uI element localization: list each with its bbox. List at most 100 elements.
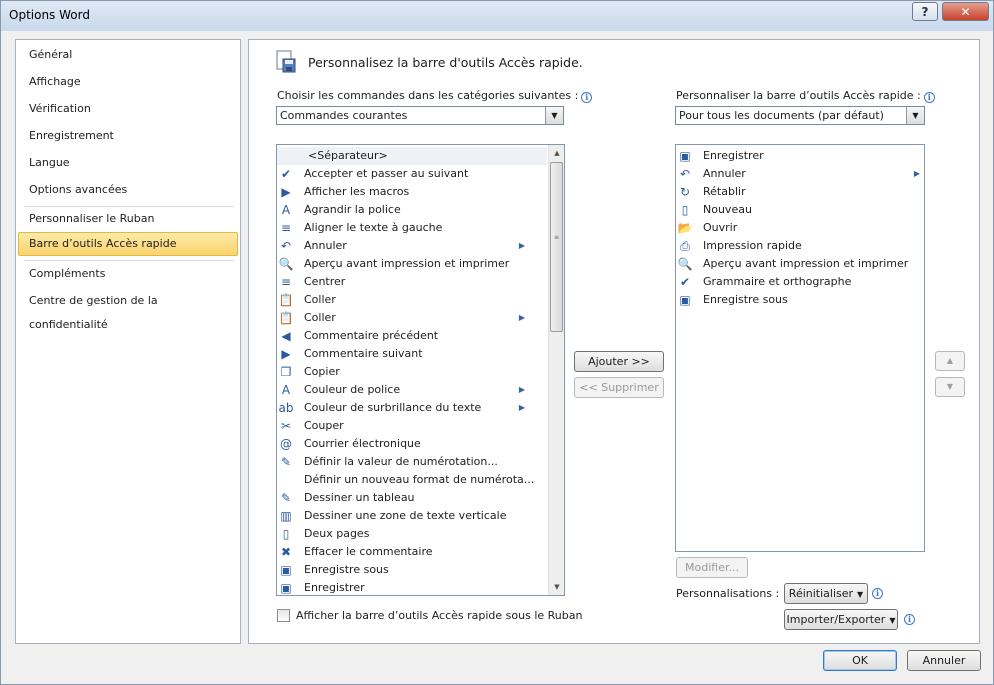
command-icon: ↶ (280, 239, 292, 253)
list-item[interactable]: A Agrandir la police (277, 201, 547, 219)
list-item[interactable]: ▣ Enregistrer (277, 579, 547, 595)
nav-langue[interactable]: Langue (18, 151, 238, 175)
main-panel: Personnalisez la barre d'outils Accès ra… (248, 39, 980, 644)
list-item-label: Nouveau (703, 203, 752, 216)
nav-divider (24, 260, 234, 261)
chevron-down-icon[interactable]: ▼ (545, 107, 563, 124)
command-icon: 🔍 (278, 257, 294, 271)
list-item[interactable]: ✎ Dessiner un tableau (277, 489, 547, 507)
list-item[interactable]: ▥ Dessiner une zone de texte verticale (277, 507, 547, 525)
submenu-arrow-icon: ▶ (913, 169, 920, 178)
help-button[interactable]: ? (912, 2, 938, 21)
command-icon: 📂 (677, 221, 693, 235)
list-item[interactable]: ab Couleur de surbrillance du texte ▶ (277, 399, 547, 417)
list-item[interactable]: 🔍 Aperçu avant impression et imprimer (277, 255, 547, 273)
list-item-label: Dessiner une zone de texte verticale (304, 509, 507, 522)
command-icon: ▯ (282, 527, 290, 541)
list-item-label: Définir un nouveau format de numérota... (304, 473, 535, 486)
list-item[interactable]: ▶ Afficher les macros (277, 183, 547, 201)
available-commands-list[interactable]: none<Séparateur> ✔ Accepter et passer au s… (276, 144, 565, 596)
list-item[interactable]: 📋 Coller ▶ (277, 309, 547, 327)
nav-complements[interactable]: Compléments (18, 262, 238, 286)
list-item[interactable]: ▣ Enregistre sous (277, 561, 547, 579)
quick-access-toolbar-icon (276, 50, 296, 73)
customize-scope-select[interactable]: Pour tous les documents (par défaut) ▼ (675, 106, 925, 125)
nav-centre-confidentialite[interactable]: Centre de gestion de la confidentialité (18, 289, 238, 331)
list-item-label: Aperçu avant impression et imprimer (304, 257, 510, 270)
chevron-down-icon[interactable]: ▼ (906, 107, 924, 124)
nav-enregistrement[interactable]: Enregistrement (18, 124, 238, 148)
command-icon: ✔ (280, 167, 292, 181)
list-item[interactable]: ✖ Effacer le commentaire (277, 543, 547, 561)
command-icon: ⎙ (680, 239, 690, 253)
list-item[interactable]: ✂ Couper (277, 417, 547, 435)
list-item-label: Couleur de surbrillance du texte (304, 401, 482, 414)
list-item[interactable]: A Couleur de police ▶ (277, 381, 547, 399)
list-item[interactable]: ▯ Nouveau (676, 201, 924, 219)
command-icon: 🔍 (677, 257, 693, 271)
list-item[interactable]: ▶ Commentaire suivant (277, 345, 547, 363)
list-item[interactable]: ↶ Annuler ▶ (277, 237, 547, 255)
nav-affichage[interactable]: Affichage (18, 70, 238, 94)
chevron-down-icon: ▼ (889, 616, 896, 625)
command-icon: ❐ (280, 365, 292, 379)
list-item[interactable]: ▣ Enregistrer (676, 147, 924, 165)
list-item-label: Commentaire suivant (304, 347, 423, 360)
list-item[interactable]: noneDéfinir un nouveau format de numérot… (277, 471, 547, 489)
import-export-button[interactable]: Importer/Exporter ▼ (784, 609, 898, 630)
customize-scope-value: Pour tous les documents (par défaut) (679, 109, 884, 122)
command-icon: A (281, 383, 291, 397)
list-item[interactable]: ↻ Rétablir (676, 183, 924, 201)
list-item[interactable]: ✎ Définir la valeur de numérotation... (277, 453, 547, 471)
options-dialog: Options Word ? ✕ Général Affichage Vérif… (0, 0, 994, 685)
cancel-button[interactable]: Annuler (907, 650, 981, 671)
choose-commands-value: Commandes courantes (280, 109, 408, 122)
scroll-down-icon[interactable]: ▼ (549, 579, 564, 595)
category-nav: Général Affichage Vérification Enregistr… (15, 39, 241, 644)
list-item[interactable]: ◀ Commentaire précédent (277, 327, 547, 345)
show-below-ribbon-checkbox[interactable] (277, 609, 290, 622)
list-item[interactable]: 🔍 Aperçu avant impression et imprimer (676, 255, 924, 273)
list-item-label: Copier (304, 365, 340, 378)
nav-general[interactable]: Général (18, 43, 238, 67)
info-icon: i (904, 614, 915, 625)
close-button[interactable]: ✕ (942, 2, 989, 21)
list-item[interactable]: 📂 Ouvrir (676, 219, 924, 237)
list-item[interactable]: ✔ Accepter et passer au suivant (277, 165, 547, 183)
list-item-label: Courrier électronique (304, 437, 421, 450)
list-item[interactable]: ≡ Centrer (277, 273, 547, 291)
remove-button[interactable]: << Supprimer (574, 377, 664, 398)
list-item[interactable]: 📋 Coller (277, 291, 547, 309)
list-item-label: Couper (304, 419, 344, 432)
list-item[interactable]: ↶ Annuler ▶ (676, 165, 924, 183)
nav-barre-acces-rapide[interactable]: Barre d’outils Accès rapide (18, 232, 238, 256)
add-button[interactable]: Ajouter >> (574, 351, 664, 372)
list-item[interactable]: ✔ Grammaire et orthographe (676, 273, 924, 291)
toolbar-commands-list[interactable]: ▣ Enregistrer ↶ Annuler ▶ ↻ Rétablir ▯ Nouveau 📂 O… (675, 144, 925, 552)
list-item-label: Ouvrir (703, 221, 738, 234)
list-item[interactable]: ⎙ Impression rapide (676, 237, 924, 255)
command-icon: ◀ (281, 329, 291, 343)
list-item[interactable]: none<Séparateur> (277, 147, 547, 165)
list-item-label: Agrandir la police (304, 203, 401, 216)
command-icon: ≡ (280, 221, 292, 235)
list-item[interactable]: ▣ Enregistre sous (676, 291, 924, 309)
ok-button[interactable]: OK (823, 650, 897, 671)
list-item[interactable]: ▯ Deux pages (277, 525, 547, 543)
move-down-button[interactable]: ▼ (935, 377, 965, 397)
modify-button[interactable]: Modifier... (676, 557, 748, 578)
submenu-arrow-icon: ▶ (518, 385, 525, 394)
command-icon: ↶ (679, 167, 691, 181)
move-up-button[interactable]: ▲ (935, 351, 965, 371)
list-item[interactable]: ❐ Copier (277, 363, 547, 381)
nav-verification[interactable]: Vérification (18, 97, 238, 121)
list-item[interactable]: ≡ Aligner le texte à gauche (277, 219, 547, 237)
scroll-thumb[interactable]: ≡ (550, 162, 563, 332)
choose-commands-select[interactable]: Commandes courantes ▼ (276, 106, 564, 125)
vertical-scrollbar[interactable]: ▲ ≡ ▼ (548, 145, 564, 595)
list-item[interactable]: @ Courrier électronique (277, 435, 547, 453)
scroll-up-icon[interactable]: ▲ (549, 145, 564, 161)
reset-button[interactable]: Réinitialiser ▼ (784, 583, 868, 604)
nav-options-avancees[interactable]: Options avancées (18, 178, 238, 202)
nav-personnaliser-ruban[interactable]: Personnaliser le Ruban (18, 207, 238, 231)
